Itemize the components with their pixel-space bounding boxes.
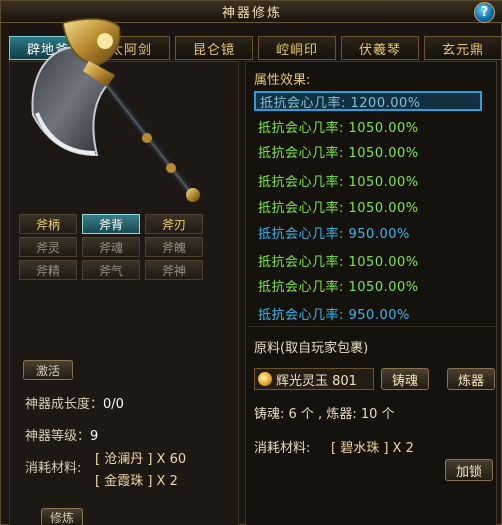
attribute-row[interactable]: 抵抗会心几率: 1050.00% (254, 196, 482, 216)
part-back[interactable]: 斧背 (82, 214, 140, 234)
attribute-row[interactable]: 抵抗会心几率: 950.00% (254, 222, 482, 242)
tab-kongtong-seal[interactable]: 崆峒印 (258, 36, 336, 60)
right-cost-label: 消耗材料: (254, 441, 311, 456)
part-vigor[interactable]: 斧魄 (145, 237, 203, 257)
tab-xuanyuan-cauldron[interactable]: 玄元鼎 (424, 36, 502, 60)
activate-button[interactable]: 激活 (23, 360, 73, 380)
part-handle[interactable]: 斧柄 (19, 214, 77, 234)
lock-button[interactable]: 加锁 (445, 459, 493, 481)
materials-header: 原料(取自玩家包裹) (254, 341, 369, 356)
growth-value: 0/0 (103, 397, 124, 412)
part-grid: 斧柄 斧背 斧刃 斧灵 斧魂 斧魄 斧精 斧气 斧神 (19, 214, 207, 280)
growth-stat: 神器成长度：0/0 (25, 393, 124, 412)
train-button[interactable]: 修炼 (41, 508, 83, 525)
growth-label: 神器成长度： (25, 397, 104, 412)
window-title: 神器修炼 (221, 6, 282, 21)
gem-icon (258, 372, 272, 386)
question-icon[interactable]: ? (474, 2, 495, 23)
attribute-row[interactable]: 抵抗会心几率: 1050.00% (254, 275, 482, 295)
left-cost-label: 消耗材料: (25, 461, 82, 476)
part-divinity[interactable]: 斧神 (145, 260, 203, 280)
part-soul[interactable]: 斧魂 (82, 237, 140, 257)
part-spirit[interactable]: 斧灵 (19, 237, 77, 257)
level-label: 神器等级： (25, 429, 91, 444)
level-value: 9 (90, 429, 99, 444)
attribute-row[interactable]: 抵抗会心几率: 1050.00% (254, 170, 482, 190)
cost-item-jinxia-pearl: [ 金霞珠 ] X 2 (95, 474, 178, 489)
part-qi[interactable]: 斧气 (82, 260, 140, 280)
cost-item-canglan-pill: [ 沧澜丹 ] X 60 (95, 452, 187, 467)
section-divider (248, 326, 496, 327)
attributes-header: 属性效果: (254, 73, 311, 88)
attribute-row[interactable]: 抵抗会心几率: 1050.00% (254, 141, 482, 161)
cost-item-bishui-pearl: [ 碧水珠 ] X 2 (331, 441, 414, 456)
axe-icon (31, 18, 200, 202)
material-item-text: 辉光灵玉 801 (276, 373, 357, 389)
forge-button[interactable]: 炼器 (447, 368, 495, 390)
material-slot[interactable]: 辉光灵玉 801 (254, 368, 374, 390)
attribute-row[interactable]: 抵抗会心几率: 1050.00% (254, 250, 482, 270)
attribute-row[interactable]: 抵抗会心几率: 1050.00% (254, 116, 482, 136)
level-stat: 神器等级：9 (25, 425, 98, 444)
material-counts: 铸魂: 6 个 , 炼器: 10 个 (254, 407, 395, 422)
part-edge[interactable]: 斧刃 (145, 214, 203, 234)
tab-fuxi-zither[interactable]: 伏羲琴 (341, 36, 419, 60)
cast-soul-button[interactable]: 铸魂 (381, 368, 429, 390)
part-essence[interactable]: 斧精 (19, 260, 77, 280)
attribute-row[interactable]: 抵抗会心几率: 1200.00% (254, 91, 482, 111)
artifact-training-window: 神器修炼 ? 辟地斧 太阿剑 昆仑镜 崆峒印 伏羲琴 玄元鼎 斧柄 斧背 斧刃 … (0, 0, 502, 525)
attribute-row[interactable]: 抵抗会心几率: 950.00% (254, 303, 482, 323)
